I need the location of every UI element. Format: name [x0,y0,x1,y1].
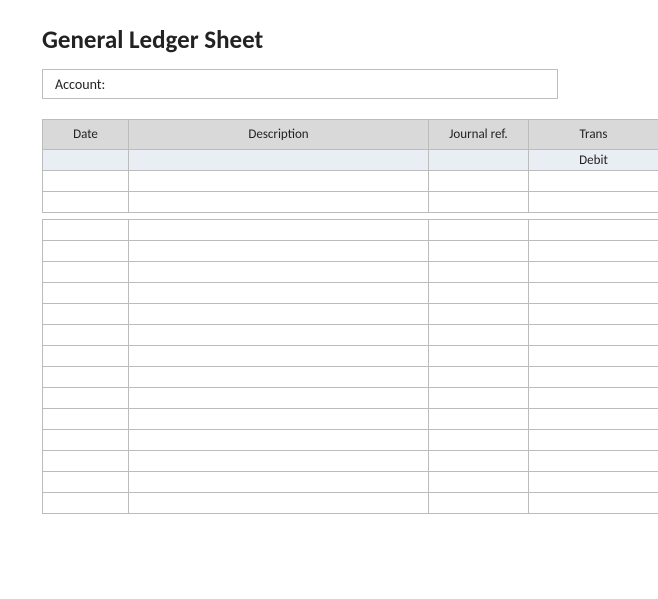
cell-description[interactable] [129,451,429,472]
cell-date[interactable] [43,367,129,388]
ledger-sheet: General Ledger Sheet Account: Date Descr… [0,0,658,514]
table-row [43,409,658,430]
cell-description[interactable] [129,262,429,283]
cell-date[interactable] [43,409,129,430]
cell-debit[interactable] [529,241,658,262]
cell-journal-ref[interactable] [429,220,529,241]
cell-description[interactable] [129,304,429,325]
cell-debit[interactable] [529,451,658,472]
table-row [43,388,658,409]
table-row [43,171,658,192]
cell-date[interactable] [43,220,129,241]
cell-debit[interactable] [529,388,658,409]
cell-journal-ref[interactable] [429,367,529,388]
cell-description[interactable] [129,171,429,192]
cell-date[interactable] [43,388,129,409]
cell-description[interactable] [129,367,429,388]
cell-debit[interactable] [529,346,658,367]
cell-debit[interactable] [529,367,658,388]
cell-date[interactable] [43,430,129,451]
cell-journal-ref[interactable] [429,472,529,493]
cell-description[interactable] [129,325,429,346]
cell-description[interactable] [129,388,429,409]
cell-debit[interactable] [529,304,658,325]
table-row [43,262,658,283]
cell-debit[interactable] [529,262,658,283]
cell-debit[interactable] [529,493,658,514]
cell-debit[interactable] [529,430,658,451]
table-subheader-row: Debit [43,150,658,171]
ledger-body: Debit [43,150,658,514]
table-row [43,451,658,472]
cell-date[interactable] [43,241,129,262]
cell-description[interactable] [129,346,429,367]
cell-journal-ref[interactable] [429,493,529,514]
cell-debit[interactable] [529,325,658,346]
subheader-journal-ref [429,150,529,171]
cell-date[interactable] [43,493,129,514]
cell-description[interactable] [129,220,429,241]
col-header-description: Description [129,120,429,150]
table-header-row: Date Description Journal ref. Trans [43,120,658,150]
cell-debit[interactable] [529,409,658,430]
cell-description[interactable] [129,493,429,514]
cell-description[interactable] [129,192,429,213]
cell-description[interactable] [129,241,429,262]
cell-debit[interactable] [529,283,658,304]
table-row [43,304,658,325]
cell-journal-ref[interactable] [429,192,529,213]
subheader-debit: Debit [529,150,658,171]
subheader-description [129,150,429,171]
cell-journal-ref[interactable] [429,171,529,192]
table-gap-row [43,213,658,220]
cell-journal-ref[interactable] [429,430,529,451]
table-row [43,472,658,493]
col-header-date: Date [43,120,129,150]
gap-cell [43,213,658,220]
cell-debit[interactable] [529,220,658,241]
cell-debit[interactable] [529,171,658,192]
account-label: Account: [43,76,121,93]
cell-journal-ref[interactable] [429,241,529,262]
subheader-date [43,150,129,171]
table-row [43,430,658,451]
table-row [43,241,658,262]
cell-journal-ref[interactable] [429,409,529,430]
cell-date[interactable] [43,192,129,213]
page-title: General Ledger Sheet [42,24,658,55]
cell-date[interactable] [43,171,129,192]
cell-journal-ref[interactable] [429,325,529,346]
col-header-journal-ref: Journal ref. [429,120,529,150]
cell-description[interactable] [129,409,429,430]
cell-debit[interactable] [529,472,658,493]
ledger-table: Date Description Journal ref. Trans Debi… [42,119,658,514]
cell-journal-ref[interactable] [429,346,529,367]
cell-date[interactable] [43,262,129,283]
cell-description[interactable] [129,430,429,451]
table-row [43,493,658,514]
cell-description[interactable] [129,472,429,493]
table-row [43,283,658,304]
cell-date[interactable] [43,283,129,304]
cell-date[interactable] [43,346,129,367]
col-header-transaction: Trans [529,120,658,150]
cell-journal-ref[interactable] [429,388,529,409]
cell-journal-ref[interactable] [429,262,529,283]
table-row [43,325,658,346]
cell-date[interactable] [43,472,129,493]
table-row [43,192,658,213]
cell-date[interactable] [43,325,129,346]
cell-journal-ref[interactable] [429,304,529,325]
cell-date[interactable] [43,451,129,472]
cell-date[interactable] [43,304,129,325]
cell-debit[interactable] [529,192,658,213]
table-row [43,220,658,241]
cell-journal-ref[interactable] [429,283,529,304]
table-row [43,346,658,367]
cell-description[interactable] [129,283,429,304]
table-row [43,367,658,388]
cell-journal-ref[interactable] [429,451,529,472]
account-field-container: Account: [42,69,558,99]
